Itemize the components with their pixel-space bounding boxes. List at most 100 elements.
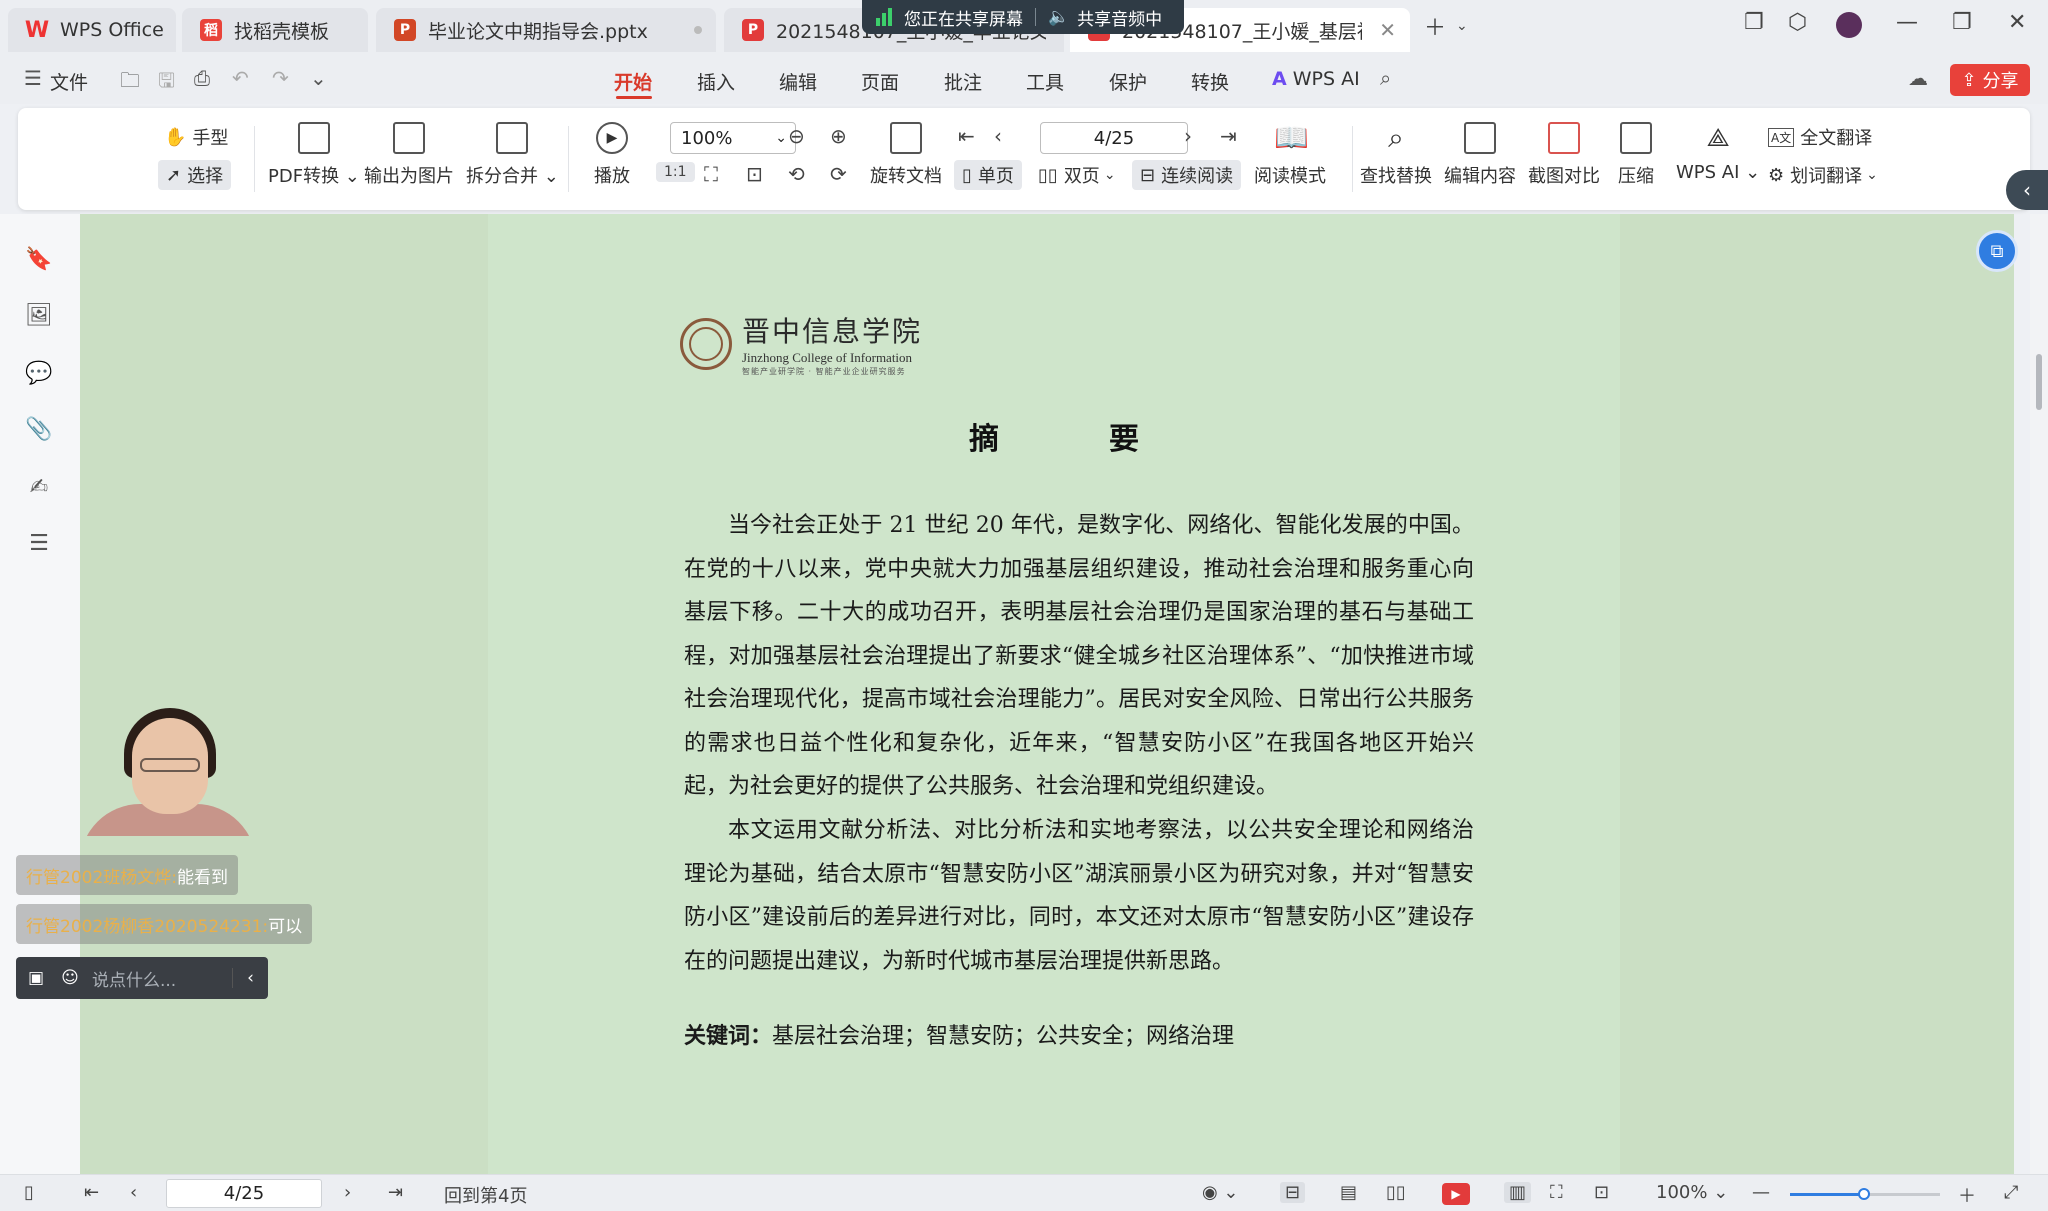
menu-page[interactable]: 页面 [861,68,899,95]
zoom-in-icon[interactable]: ⊕ [830,124,847,148]
fullscreen-icon[interactable]: ⤢ [2004,1182,2018,1203]
reading-mode-button[interactable]: 📖 阅读模式 [1254,122,1326,188]
zoom-out-icon[interactable]: — [1752,1182,1770,1203]
user-avatar[interactable] [1836,12,1862,38]
minimize-icon[interactable]: — [1896,10,1918,35]
menu-convert[interactable]: 转换 [1191,68,1229,95]
tab-list-chevron-icon[interactable]: ⌄ [1456,18,1468,34]
edit-content-button[interactable]: 编辑内容 [1444,122,1516,188]
fit-page-icon[interactable]: ⛶ [704,162,718,186]
menu-file[interactable]: 文件 [50,68,88,95]
go-to-page-link[interactable]: 回到第4页 [444,1182,527,1208]
print-icon[interactable]: ⎙ [194,66,210,90]
prev-page-icon[interactable]: ‹ [130,1182,137,1203]
single-page-view-icon[interactable]: ▤ [1340,1182,1357,1203]
select-tool-button[interactable]: ➚ 选择 [158,160,232,190]
screenshot-compare-button[interactable]: 截图对比 [1528,122,1600,188]
redo-icon[interactable]: ↷ [272,66,289,90]
zoom-select[interactable]: 100% ⌄ [670,122,796,154]
cloud-status-icon[interactable]: ☁ [1908,66,1928,90]
attachment-icon[interactable]: 📎 [25,416,52,442]
single-page-button[interactable]: ▯ 单页 [954,160,1022,190]
fit-width-icon[interactable]: ⊡ [746,162,763,186]
menu-edit[interactable]: 编辑 [779,68,817,95]
bookmark-icon[interactable]: 🔖 [25,246,52,272]
fit-page-icon[interactable]: ⛶ [1550,1182,1563,1203]
close-tab-icon[interactable]: ✕ [1379,18,1396,42]
undo-icon[interactable]: ↶ [232,66,249,90]
signature-icon[interactable]: ✍ [26,474,52,500]
full-translate-button[interactable]: A文 全文翻译 [1768,124,1872,150]
restore-icon[interactable]: ❐ [1952,10,1972,35]
toggle-sidebar-icon[interactable]: ▯ [24,1182,34,1203]
chat-input-bar[interactable]: ▣ ☺ 说点什么... ‹ [16,957,268,999]
save-icon[interactable]: 🖫 [158,66,175,100]
fit-width-icon[interactable]: ⊡ [1594,1182,1609,1203]
tab-docer-templates[interactable]: 稻 找稻壳模板 [182,8,368,52]
rotate-left-icon[interactable]: ⟲ [788,162,805,186]
document-viewport[interactable]: 晋中信息学院 Jinzhong College of Information 智… [80,214,2014,1174]
zoom-slider[interactable] [1790,1188,1940,1200]
share-button[interactable]: ⇪ 分享 [1950,64,2030,96]
zoom-slider-knob[interactable] [1858,1188,1870,1200]
actual-size-button[interactable]: 1:1 [656,162,695,182]
export-image-button[interactable]: 输出为图片 [364,122,454,188]
layers-icon[interactable]: ☰ [26,530,52,556]
split-merge-button[interactable]: 拆分合并 ⌄ [466,122,559,188]
double-page-button[interactable]: ▯▯ 双页 ⌄ [1038,162,1116,188]
menu-protect[interactable]: 保护 [1109,68,1147,95]
more-chevron-icon[interactable]: ⌄ [310,66,327,90]
rotate-document-button[interactable]: 旋转文档 [870,122,942,188]
chat-input[interactable]: 说点什么... [84,966,232,991]
status-zoom-select[interactable]: 100% ⌄ [1656,1182,1728,1203]
screen-share-banner[interactable]: 您正在共享屏幕 🔈 共享音频中 [862,0,1184,34]
last-page-icon[interactable]: ⇥ [1220,124,1237,148]
tab-pptx-file[interactable]: P 毕业论文中期指导会.pptx [376,8,716,52]
compress-button[interactable]: 压缩 [1618,122,1654,188]
new-tab-plus-icon[interactable]: ＋ [1424,10,1446,42]
actual-size-icon[interactable]: ▥ [1504,1182,1532,1203]
collapse-panel-button[interactable]: ‹ [2006,170,2048,210]
first-page-icon[interactable]: ⇤ [958,124,975,148]
first-page-icon[interactable]: ⇤ [84,1182,99,1203]
status-page-input[interactable]: 4/25 [166,1179,322,1208]
zoom-out-icon[interactable]: ⊖ [788,124,805,148]
play-slideshow-icon[interactable]: ▶ [1442,1183,1470,1205]
wps-ai-button[interactable]: ⟁ WPS AI ⌄ [1676,122,1760,183]
floating-assistant-icon[interactable]: ⧉ [1976,230,2018,272]
scrollbar-thumb[interactable] [2036,354,2042,410]
zoom-in-icon[interactable]: ＋ [1958,1182,1976,1208]
page-number-input[interactable]: 4/25 [1040,122,1188,154]
close-window-icon[interactable]: ✕ [2008,10,2026,35]
menu-wps-ai[interactable]: A WPS AI [1272,68,1360,90]
continuous-view-icon[interactable]: ⊟ [1280,1182,1306,1203]
hand-tool-button[interactable]: ✋ 手型 [164,124,228,150]
menu-start[interactable]: 开始 [614,68,652,95]
tab-wps-office[interactable]: W WPS Office [8,8,176,52]
comment-icon[interactable]: 💬 [25,360,52,386]
last-page-icon[interactable]: ⇥ [388,1182,403,1203]
play-button[interactable]: ▶ 播放 [594,122,630,188]
open-folder-icon[interactable]: 🗀 [120,66,140,100]
vertical-scrollbar[interactable] [2030,214,2048,1174]
window-layout-icon[interactable]: ❐ [1744,10,1764,35]
pdf-convert-button[interactable]: PDF转换 ⌄ [268,122,360,188]
menu-tools[interactable]: 工具 [1026,68,1064,95]
word-translate-button[interactable]: ⚙ 划词翻译 ⌄ [1768,162,1878,188]
eye-protection-icon[interactable]: ◉ ⌄ [1202,1182,1239,1203]
chevron-left-icon[interactable]: ‹ [232,968,268,988]
screen-share-icon[interactable]: ▣ [16,968,56,988]
menu-comment[interactable]: 批注 [944,68,982,95]
prev-page-icon[interactable]: ‹ [994,124,1002,148]
next-page-icon[interactable]: › [344,1182,351,1203]
menu-insert[interactable]: 插入 [697,68,735,95]
thumbnail-icon[interactable]: 🖼 [25,302,53,328]
emoji-icon[interactable]: ☺ [56,968,84,988]
hamburger-menu-icon[interactable]: ☰ [24,66,42,90]
continuous-reading-button[interactable]: ⊟ 连续阅读 [1132,160,1242,190]
double-page-view-icon[interactable]: ▯▯ [1386,1182,1406,1203]
find-replace-button[interactable]: ⌕ 查找替换 [1360,122,1432,188]
search-icon[interactable]: ⌕ [1380,66,1391,90]
cube-icon[interactable]: ⬡ [1788,10,1807,35]
rotate-right-icon[interactable]: ⟳ [830,162,847,186]
